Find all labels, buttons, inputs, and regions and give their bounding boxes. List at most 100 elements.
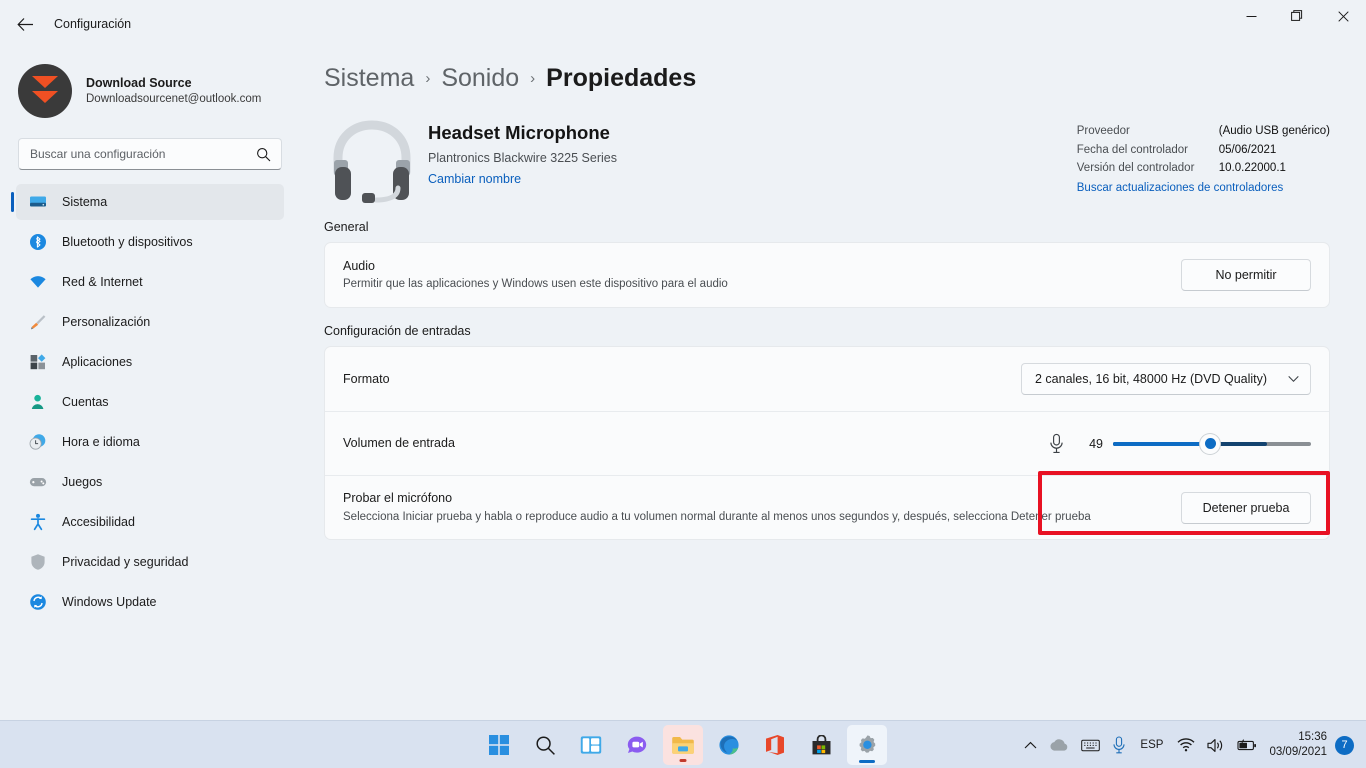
sidebar-item-label: Hora e idioma	[62, 435, 140, 449]
maximize-button[interactable]	[1274, 0, 1320, 32]
battery-icon	[1237, 738, 1257, 750]
profile-email: Downloadsourcenet@outlook.com	[86, 92, 262, 105]
search-input[interactable]	[19, 147, 244, 161]
breadcrumb-item-sonido[interactable]: Sonido	[441, 64, 519, 93]
sidebar-item-hora-idioma[interactable]: Hora e idioma	[16, 424, 284, 460]
store-icon	[812, 734, 830, 754]
speaker-icon	[1207, 738, 1223, 752]
chevron-down-icon	[1288, 376, 1299, 382]
cloud-icon	[1050, 739, 1068, 751]
chevron-up-icon	[1025, 741, 1037, 748]
sidebar-item-cuentas[interactable]: Cuentas	[16, 384, 284, 420]
test-microphone-title: Probar el micrófono	[343, 491, 453, 505]
window-title: Configuración	[54, 17, 132, 31]
taskbar-active-indicator	[859, 760, 875, 763]
sidebar-item-windows-update[interactable]: Windows Update	[16, 584, 284, 620]
driver-info-key: Fecha del controlador	[1076, 143, 1188, 156]
driver-info: Proveedor (Audio USB genérico) Fecha del…	[1077, 122, 1330, 197]
test-microphone-description: Selecciona Iniciar prueba y habla o repr…	[343, 510, 1091, 523]
notification-badge[interactable]: 7	[1335, 735, 1354, 755]
sidebar-item-aplicaciones[interactable]: Aplicaciones	[16, 344, 284, 380]
system-monitor-icon	[28, 192, 48, 212]
search-box[interactable]	[18, 138, 282, 170]
window-controls	[1228, 0, 1366, 32]
driver-info-key: Proveedor	[1076, 125, 1130, 137]
office-icon	[766, 735, 784, 755]
clock-globe-icon	[28, 432, 48, 452]
input-volume-slider[interactable]	[1113, 433, 1311, 454]
taskbar-office-button[interactable]	[755, 725, 795, 765]
driver-info-row: Fecha del controlador 05/06/2021	[1077, 141, 1330, 160]
tray-microphone-button[interactable]	[1106, 727, 1132, 763]
tray-language-button[interactable]: ESP	[1132, 727, 1171, 763]
tray-overflow-button[interactable]	[1018, 727, 1043, 763]
update-icon	[28, 592, 48, 612]
main-content: Sistema › Sonido › Propiedades Headset M…	[300, 48, 1366, 720]
sidebar-item-label: Bluetooth y dispositivos	[62, 235, 193, 249]
taskbar-settings-button[interactable]	[847, 725, 887, 765]
tray-keyboard-button[interactable]	[1075, 727, 1106, 763]
taskbar-indicator-dot	[679, 759, 687, 762]
breadcrumb-separator: ›	[425, 69, 431, 87]
task-view-icon	[580, 736, 602, 754]
stop-test-button[interactable]: Detener prueba	[1181, 491, 1311, 524]
taskbar-file-explorer-button[interactable]	[663, 725, 703, 765]
slider-thumb[interactable]	[1200, 433, 1221, 454]
section-title-general: General	[324, 220, 369, 234]
format-dropdown[interactable]: 2 canales, 16 bit, 48000 Hz (DVD Quality…	[1021, 363, 1311, 395]
input-settings-card: Formato 2 canales, 16 bit, 48000 Hz (DVD…	[324, 346, 1330, 540]
sidebar-item-privacidad[interactable]: Privacidad y seguridad	[16, 544, 284, 580]
taskbar-clock[interactable]: 15:36 03/09/2021	[1263, 730, 1335, 760]
gear-icon	[859, 734, 875, 753]
disallow-audio-button[interactable]: No permitir	[1181, 259, 1311, 291]
sidebar-item-red-internet[interactable]: Red & Internet	[16, 264, 284, 300]
taskbar-start-button[interactable]	[479, 725, 519, 765]
taskbar-search-button[interactable]	[525, 725, 565, 765]
sidebar-item-label: Sistema	[62, 195, 108, 209]
sidebar-item-personalizacion[interactable]: Personalización	[16, 304, 284, 340]
taskbar-chat-button[interactable]	[617, 725, 657, 765]
minimize-button[interactable]	[1228, 0, 1274, 32]
taskbar-task-view-button[interactable]	[571, 725, 611, 765]
general-card: Audio Permitir que las aplicaciones y Wi…	[324, 242, 1330, 308]
microphone-icon	[1050, 433, 1063, 453]
sidebar-item-label: Red & Internet	[62, 275, 143, 289]
tray-battery-button[interactable]	[1231, 727, 1263, 763]
profile-name: Download Source	[86, 75, 192, 90]
apps-icon	[28, 352, 48, 372]
breadcrumb-item-sistema[interactable]: Sistema	[324, 64, 414, 93]
slider-fill	[1113, 441, 1211, 446]
input-volume-row: Volumen de entrada 49	[325, 411, 1329, 475]
wifi-icon	[28, 272, 48, 292]
rename-device-link[interactable]: Cambiar nombre	[428, 170, 521, 188]
sidebar-item-bluetooth[interactable]: Bluetooth y dispositivos	[16, 224, 284, 260]
maximize-icon	[1291, 10, 1303, 21]
wifi-icon	[1177, 738, 1195, 752]
sidebar-item-accesibilidad[interactable]: Accesibilidad	[16, 504, 284, 540]
tray-wifi-button[interactable]	[1171, 727, 1201, 763]
taskbar-edge-button[interactable]	[709, 725, 749, 765]
title-bar: Configuración	[0, 0, 1366, 48]
driver-info-row: Proveedor (Audio USB genérico)	[1077, 122, 1330, 141]
breadcrumb: Sistema › Sonido › Propiedades	[324, 58, 1366, 98]
sidebar-item-sistema[interactable]: Sistema	[11, 184, 284, 220]
close-button[interactable]	[1320, 0, 1366, 32]
driver-info-value: (Audio USB genérico)	[1218, 125, 1330, 137]
taskbar-store-button[interactable]	[801, 725, 841, 765]
back-button[interactable]	[8, 7, 42, 41]
chat-icon	[627, 736, 647, 753]
device-header: Headset Microphone Plantronics Blackwire…	[324, 112, 1366, 204]
bluetooth-icon	[28, 232, 48, 252]
profile-card[interactable]: Download Source Downloadsourcenet@outloo…	[18, 56, 300, 126]
accessibility-icon	[28, 512, 48, 532]
tray-onedrive-button[interactable]	[1043, 727, 1075, 763]
sidebar-item-label: Cuentas	[62, 395, 109, 409]
input-volume-title: Volumen de entrada	[343, 436, 455, 451]
search-driver-updates-link[interactable]: Buscar actualizaciones de controladores	[1077, 179, 1283, 198]
paintbrush-icon	[28, 312, 48, 332]
tray-volume-button[interactable]	[1201, 727, 1231, 763]
sidebar: Download Source Downloadsourcenet@outloo…	[0, 48, 300, 720]
minimize-icon	[1246, 15, 1256, 17]
sidebar-item-juegos[interactable]: Juegos	[16, 464, 284, 500]
sidebar-item-label: Personalización	[62, 315, 151, 329]
